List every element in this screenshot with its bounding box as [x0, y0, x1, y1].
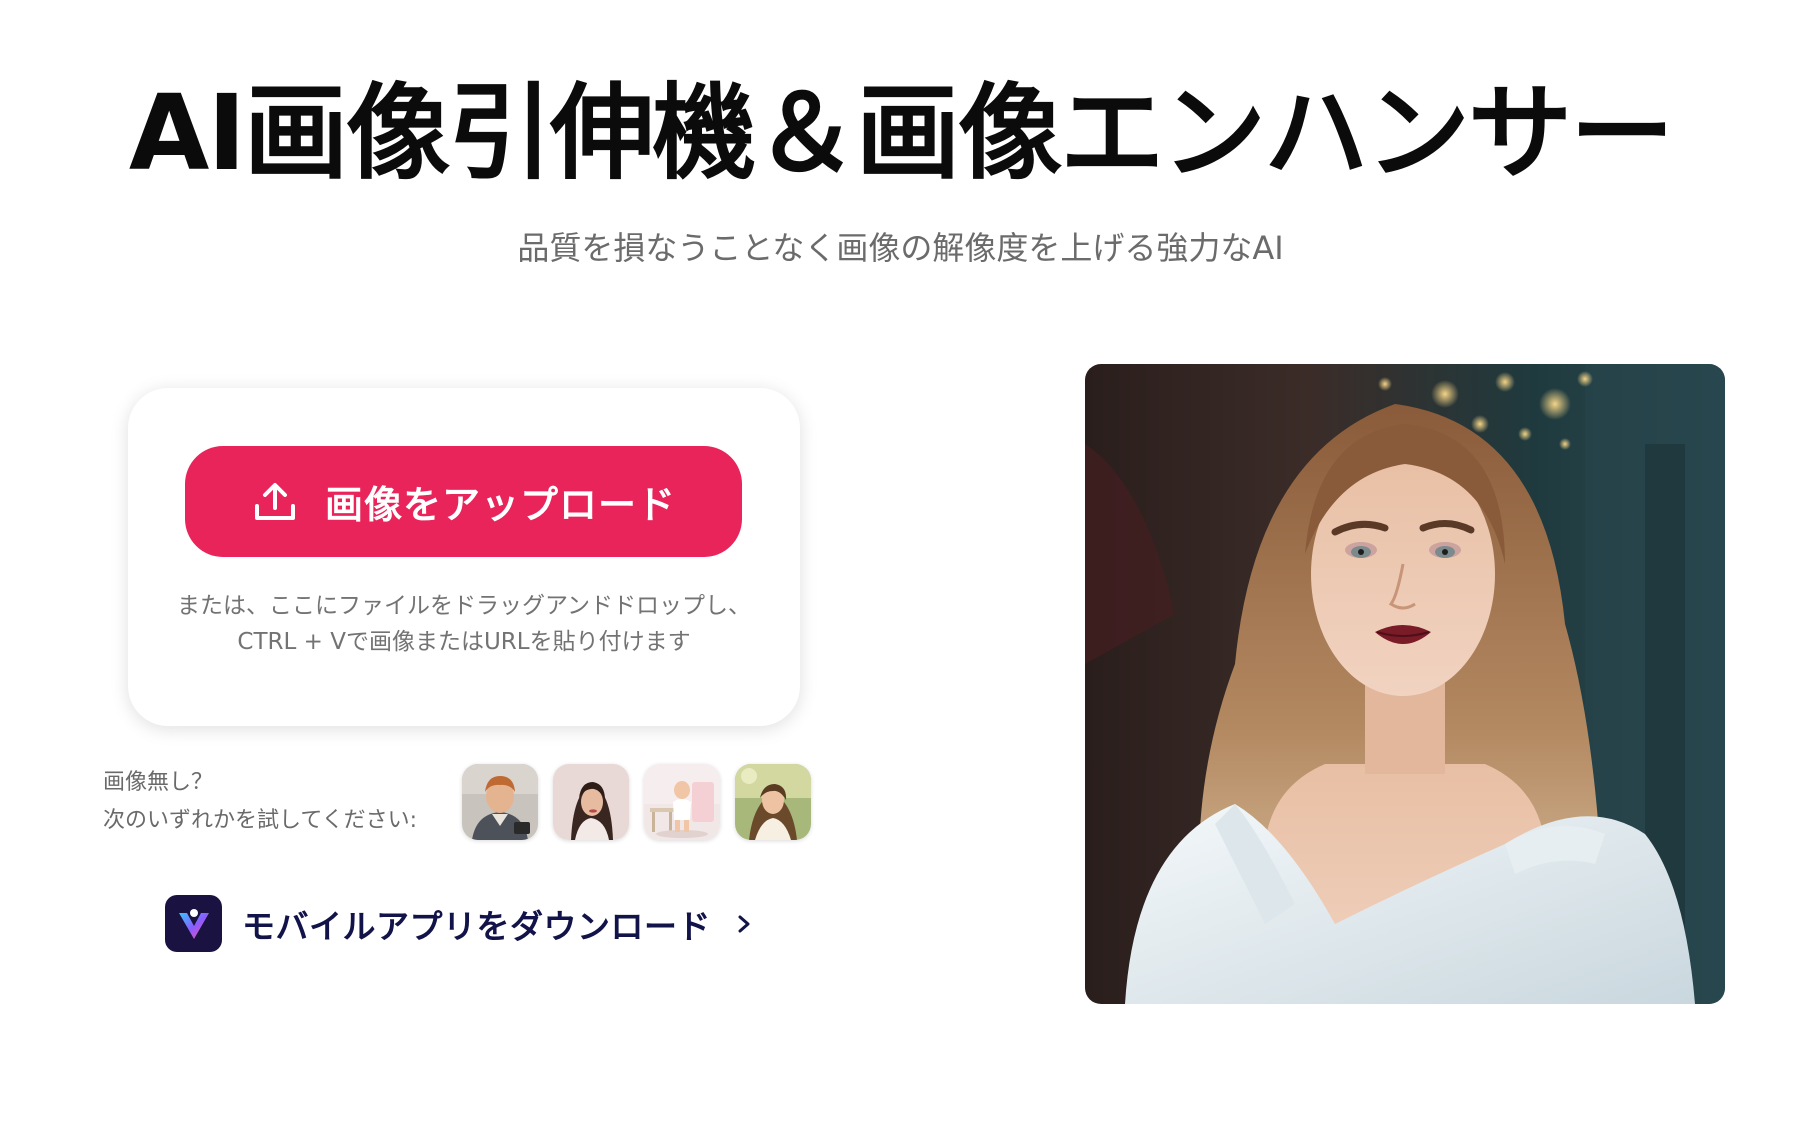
- upload-icon: [254, 482, 295, 520]
- samples-prompt-line2: 次のいずれかを試してください:: [103, 808, 418, 833]
- upload-hint-line2: CTRL + Vで画像またはURLを貼り付けます: [237, 629, 691, 655]
- app-logo-icon: [165, 895, 222, 952]
- download-mobile-app-link[interactable]: モバイルアプリをダウンロード: [165, 895, 755, 952]
- upload-hint-line1: または、ここにファイルをドラッグアンドドロップし、: [176, 593, 752, 619]
- sample-baby-walking[interactable]: [644, 764, 720, 840]
- page-subtitle: 品質を損なうことなく画像の解像度を上げる強力なAI: [517, 229, 1284, 267]
- preview-image: [1085, 364, 1725, 1004]
- samples-prompt-line1: 画像無し？: [103, 770, 214, 795]
- upload-button-label: 画像をアップロード: [324, 483, 676, 527]
- page: AI画像引伸機＆画像エンハンサー 品質を損なうことなく画像の解像度を上げる強力な…: [0, 0, 1801, 1133]
- sample-woman-outdoors[interactable]: [735, 764, 811, 840]
- samples-prompt: 画像無し？ 次のいずれかを試してください:: [103, 764, 417, 840]
- sample-woman-dark-hair[interactable]: [553, 764, 629, 840]
- page-title: AI画像引伸機＆画像エンハンサー: [128, 72, 1674, 194]
- upload-image-button[interactable]: 画像をアップロード: [185, 446, 742, 557]
- download-app-label: モバイルアプリをダウンロード: [242, 906, 711, 946]
- upload-dropzone[interactable]: 画像をアップロード または、ここにファイルをドラッグアンドドロップし、 CTRL…: [128, 388, 800, 726]
- sample-boy-denim-jacket[interactable]: [462, 764, 538, 840]
- sample-images: [462, 764, 811, 840]
- upload-hint: または、ここにファイルをドラッグアンドドロップし、 CTRL + Vで画像または…: [128, 588, 800, 660]
- chevron-right-icon: [738, 915, 750, 932]
